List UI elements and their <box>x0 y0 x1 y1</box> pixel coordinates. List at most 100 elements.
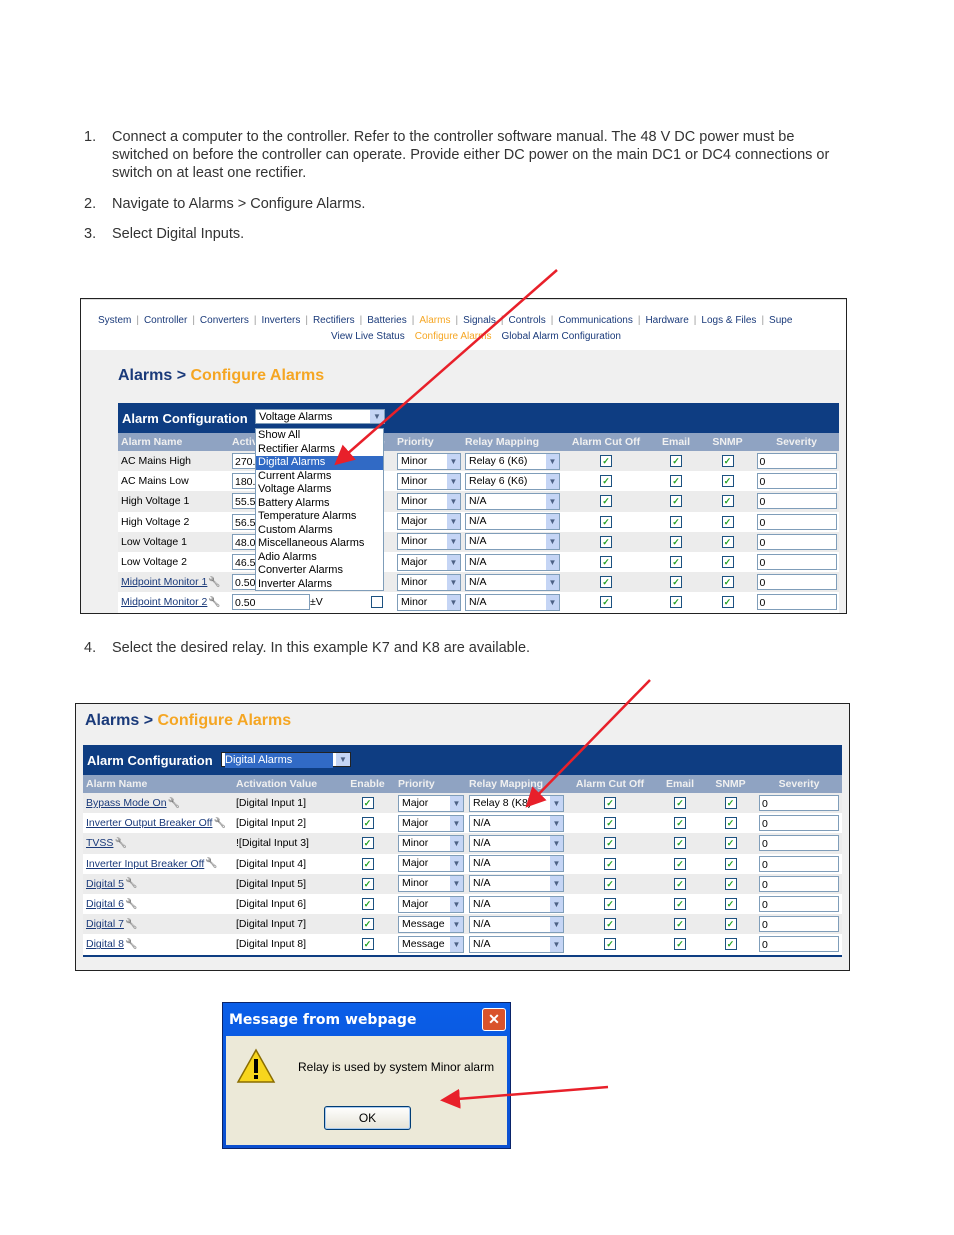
checkbox[interactable]: ✓ <box>600 535 612 548</box>
dropdown[interactable]: N/A ▼ <box>465 492 560 510</box>
checkbox[interactable]: ✓ <box>724 837 737 850</box>
checkbox[interactable]: ✓ <box>600 495 612 508</box>
severity-input[interactable]: 0 <box>756 574 837 591</box>
dropdown[interactable]: Major ▼ <box>398 895 464 913</box>
checkbox[interactable]: ✓ <box>721 495 734 508</box>
checkbox[interactable]: ✓ <box>674 797 686 810</box>
checkbox[interactable]: ✓ <box>724 938 737 951</box>
alarm-name[interactable]: Inverter Output Breaker Off <box>86 817 212 829</box>
dropdown[interactable]: N/A ▼ <box>465 573 560 591</box>
alarm-name[interactable]: Bypass Mode On <box>86 797 167 809</box>
dropdown[interactable]: Relay 8 (K8) ▼ <box>469 794 564 812</box>
dropdown[interactable]: Relay 6 (K6) ▼ <box>465 472 560 490</box>
dropdown[interactable]: N/A ▼ <box>465 513 560 531</box>
dropdown[interactable]: Major ▼ <box>398 794 464 812</box>
checkbox[interactable]: ✓ <box>361 797 374 810</box>
dropdown-option[interactable]: Rectifier Alarms <box>256 443 383 457</box>
checkbox[interactable]: ✓ <box>604 898 616 911</box>
checkbox[interactable]: ✓ <box>600 596 612 609</box>
subnav-item[interactable]: View Live Status <box>331 331 405 342</box>
dropdown[interactable]: N/A ▼ <box>469 855 564 873</box>
checkbox[interactable]: ✓ <box>674 938 686 951</box>
dropdown[interactable]: Major ▼ <box>397 513 461 531</box>
checkbox[interactable]: ✓ <box>670 576 682 589</box>
nav-item[interactable]: Converters <box>200 315 249 326</box>
checkbox[interactable]: ✓ <box>721 515 734 528</box>
checkbox[interactable]: ✓ <box>721 596 734 609</box>
dropdown[interactable]: Major ▼ <box>398 855 464 873</box>
alarm-category-select[interactable]: Digital Alarms ▼ <box>221 752 351 768</box>
dropdown[interactable]: Message ▼ <box>398 935 464 953</box>
dropdown[interactable]: Major ▼ <box>397 553 461 571</box>
nav-item[interactable]: Inverters <box>261 315 300 326</box>
dropdown-option[interactable]: Temperature Alarms <box>256 510 383 524</box>
wrench-icon[interactable]: 🔧 <box>208 597 220 608</box>
dropdown[interactable]: Minor ▼ <box>398 834 464 852</box>
severity-input[interactable]: 0 <box>756 594 837 611</box>
dropdown-option[interactable]: Adio Alarms <box>256 551 383 565</box>
checkbox[interactable]: ✓ <box>721 556 734 569</box>
dropdown[interactable]: Relay 6 (K6) ▼ <box>465 452 560 470</box>
dropdown[interactable]: Minor ▼ <box>397 573 461 591</box>
checkbox[interactable]: ✓ <box>674 877 686 890</box>
dropdown[interactable]: N/A ▼ <box>465 553 560 571</box>
severity-input[interactable]: 0 <box>756 533 837 550</box>
checkbox[interactable]: ✓ <box>600 455 612 468</box>
nav-item[interactable]: Batteries <box>367 315 406 326</box>
wrench-icon[interactable]: 🔧 <box>213 818 225 829</box>
checkbox[interactable]: ✓ <box>724 898 737 911</box>
dropdown[interactable]: N/A ▼ <box>469 895 564 913</box>
checkbox[interactable]: ✓ <box>670 495 682 508</box>
wrench-icon[interactable]: 🔧 <box>114 838 126 849</box>
checkbox[interactable] <box>370 596 383 609</box>
alarm-name[interactable]: TVSS <box>86 837 113 849</box>
severity-input[interactable]: 0 <box>759 815 839 832</box>
nav-item[interactable]: Signals <box>463 315 496 326</box>
checkbox[interactable]: ✓ <box>670 475 682 488</box>
checkbox[interactable]: ✓ <box>600 576 612 589</box>
nav-item[interactable]: Hardware <box>645 315 688 326</box>
breadcrumb-parent[interactable]: Alarms <box>85 712 139 729</box>
nav-item[interactable]: Controller <box>144 315 187 326</box>
severity-input[interactable]: 0 <box>756 493 837 510</box>
checkbox[interactable]: ✓ <box>724 797 737 810</box>
checkbox[interactable]: ✓ <box>361 918 374 931</box>
nav-item[interactable]: Supe <box>769 315 792 326</box>
severity-input[interactable]: 0 <box>759 835 839 852</box>
checkbox[interactable]: ✓ <box>670 455 682 468</box>
checkbox[interactable]: ✓ <box>361 837 374 850</box>
severity-input[interactable]: 0 <box>759 855 839 872</box>
alarm-name[interactable]: Midpoint Monitor 2 <box>121 596 207 608</box>
alarm-name[interactable]: Midpoint Monitor 1 <box>121 576 207 588</box>
nav-item[interactable]: Alarms <box>419 315 450 326</box>
checkbox[interactable]: ✓ <box>604 797 616 810</box>
nav-item[interactable]: Communications <box>558 315 632 326</box>
checkbox[interactable]: ✓ <box>670 515 682 528</box>
wrench-icon[interactable]: 🔧 <box>125 939 137 950</box>
dropdown-option[interactable]: Digital Alarms <box>256 456 383 470</box>
subnav-item[interactable]: Configure Alarms <box>415 331 492 342</box>
checkbox[interactable]: ✓ <box>361 817 374 830</box>
dropdown-option[interactable]: Inverter Alarms <box>256 578 383 592</box>
checkbox[interactable]: ✓ <box>674 918 686 931</box>
nav-item[interactable]: System <box>98 315 131 326</box>
severity-input[interactable]: 0 <box>759 795 839 812</box>
dropdown-option[interactable]: Current Alarms <box>256 470 383 484</box>
checkbox[interactable]: ✓ <box>670 556 682 569</box>
dropdown[interactable]: N/A ▼ <box>465 533 560 551</box>
checkbox[interactable]: ✓ <box>721 576 734 589</box>
dropdown[interactable]: Minor ▼ <box>397 492 461 510</box>
checkbox[interactable]: ✓ <box>604 938 616 951</box>
ok-button[interactable]: OK <box>324 1106 411 1130</box>
dropdown[interactable]: N/A ▼ <box>469 915 564 933</box>
nav-item[interactable]: Rectifiers <box>313 315 355 326</box>
dropdown[interactable]: N/A ▼ <box>469 814 564 832</box>
severity-input[interactable]: 0 <box>756 453 837 470</box>
dropdown-option[interactable]: Miscellaneous Alarms <box>256 537 383 551</box>
checkbox[interactable]: ✓ <box>724 877 737 890</box>
severity-input[interactable]: 0 <box>756 513 837 530</box>
alarm-category-select[interactable]: Voltage Alarms ▼ <box>255 409 385 424</box>
checkbox[interactable]: ✓ <box>604 857 616 870</box>
dropdown-option[interactable]: Battery Alarms <box>256 497 383 511</box>
checkbox[interactable]: ✓ <box>674 857 686 870</box>
